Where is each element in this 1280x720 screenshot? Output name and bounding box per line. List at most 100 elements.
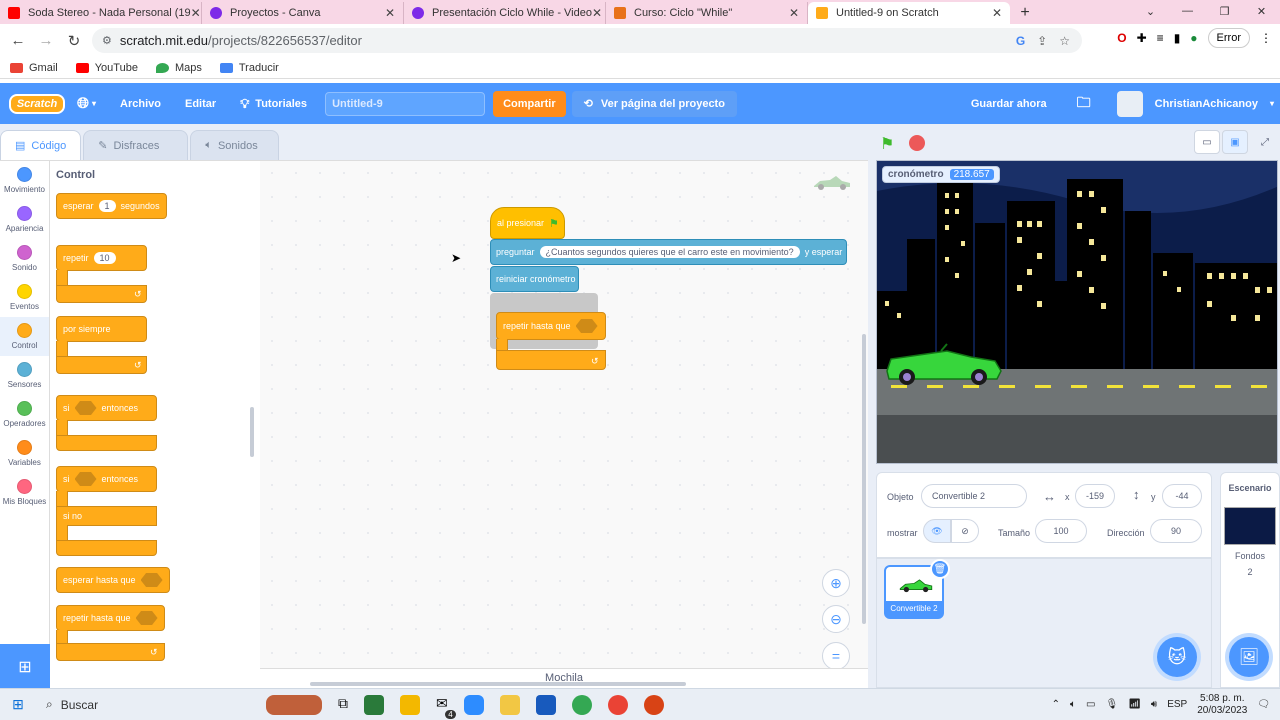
maximize-icon[interactable]: ❐ — [1206, 0, 1243, 22]
block-repeat-until[interactable]: repetir hasta que — [56, 605, 165, 631]
project-title-input[interactable]: Untitled-9 — [325, 91, 486, 116]
profile-icon[interactable]: ● — [1190, 31, 1197, 45]
reload-icon[interactable]: ↻ — [60, 32, 88, 50]
block-ask-and-wait[interactable]: preguntar ¿Cuantos segundos quieres que e… — [490, 239, 847, 265]
see-project-page-button[interactable]: ⟲ Ver página del proyecto — [571, 90, 737, 117]
sprite-name-input[interactable]: Convertible 2 — [921, 484, 1027, 508]
speaker-icon[interactable]: 🔈︎ — [1070, 699, 1076, 710]
block-if[interactable]: si entonces — [56, 395, 157, 421]
back-icon[interactable]: ← — [4, 32, 32, 49]
fullscreen-button[interactable]: ⤢ — [1252, 130, 1278, 154]
clock[interactable]: 5:08 p. m. 20/03/2023 — [1197, 693, 1247, 717]
error-button[interactable]: Error — [1207, 28, 1250, 48]
block-input[interactable]: 10 — [93, 252, 116, 264]
boolean-slot[interactable] — [135, 611, 158, 625]
opera-icon[interactable]: O — [1117, 31, 1126, 45]
backdrop-thumbnail[interactable] — [1224, 507, 1276, 545]
delete-sprite-button[interactable]: 🗑︎ — [930, 559, 950, 579]
boolean-slot[interactable] — [74, 401, 97, 415]
site-info-icon[interactable]: ⚙ — [102, 34, 112, 47]
chrome-icon[interactable] — [571, 694, 592, 715]
stage-selector[interactable]: Escenario Fondos 2 🖼︎ — [1220, 472, 1280, 688]
tab-costumes[interactable]: ✎ Disfraces — [83, 130, 189, 160]
browser-tab[interactable]: Proyectos - Canva ✕ — [202, 2, 404, 24]
browser-tab-active[interactable]: Untitled-9 on Scratch ✕ — [808, 2, 1010, 24]
zoom-app-icon[interactable] — [463, 694, 484, 715]
close-icon[interactable]: ✕ — [191, 6, 201, 20]
chevron-down-icon[interactable]: ⌄ — [1132, 0, 1169, 22]
bookmark-youtube[interactable]: YouTube — [75, 62, 138, 74]
close-window-icon[interactable]: ✕ — [1243, 0, 1280, 22]
tab-code[interactable]: ▤ Código — [0, 130, 82, 160]
block-repeat-until-dragging[interactable]: repetir hasta que — [496, 312, 606, 340]
category-my-blocks[interactable]: Mis Bloques — [0, 473, 49, 512]
browser-tab[interactable]: Curso: Ciclo "While" ✕ — [606, 2, 808, 24]
block-wait-until[interactable]: esperar hasta que — [56, 567, 170, 593]
close-icon[interactable]: ✕ — [992, 6, 1002, 20]
mail-icon[interactable]: ✉ 4 — [436, 695, 456, 719]
category-operators[interactable]: Operadores — [0, 395, 49, 434]
menu-file[interactable]: Archivo — [108, 83, 173, 124]
bookmark-translate[interactable]: Traducir — [219, 62, 279, 74]
menu-dots-icon[interactable]: ⋮ — [1260, 31, 1272, 45]
small-stage-button[interactable]: ▭ — [1194, 130, 1220, 154]
stage-canvas[interactable]: cronómetro 218.657 — [876, 160, 1278, 464]
boolean-slot[interactable] — [575, 319, 598, 333]
block-wait[interactable]: esperar 1 segundos — [56, 193, 167, 219]
block-repeat[interactable]: repetir 10 — [56, 245, 147, 271]
sidepanel-icon[interactable]: ▮ — [1174, 31, 1181, 45]
block-input[interactable]: ¿Cuantos segundos quieres que el carro e… — [539, 246, 800, 258]
menu-tutorials[interactable]: 💡︎ Tutoriales — [228, 83, 319, 124]
windows-start-icon[interactable]: ⊞ — [0, 696, 36, 713]
boolean-slot[interactable] — [74, 472, 97, 486]
battery-icon[interactable]: ▭ — [1086, 699, 1095, 710]
browser-tab[interactable]: Presentación Ciclo While - Video ✕ — [404, 2, 606, 24]
save-now-button[interactable]: Guardar ahora — [971, 98, 1047, 110]
category-events[interactable]: Eventos — [0, 278, 49, 317]
language-menu[interactable]: 🌐︎ ▾ — [65, 83, 108, 124]
timer-monitor[interactable]: cronómetro 218.657 — [882, 166, 1000, 183]
menu-edit[interactable]: Editar — [173, 83, 228, 124]
green-flag-button[interactable]: ⚑ — [880, 134, 894, 154]
close-icon[interactable]: ✕ — [592, 6, 602, 20]
close-icon[interactable]: ✕ — [385, 6, 395, 20]
google-icon[interactable]: G — [1016, 34, 1025, 48]
show-hidden-button[interactable]: ⊘ — [951, 519, 979, 543]
sprite-thumbnail[interactable]: Convertible 2 🗑︎ — [884, 559, 950, 619]
add-sprite-button[interactable]: 🐱︎ — [1157, 637, 1197, 677]
file-explorer-icon[interactable] — [499, 694, 520, 715]
task-view-icon[interactable]: ⧉ — [338, 695, 348, 715]
y-input[interactable]: -44 — [1162, 484, 1202, 508]
chevron-down-icon[interactable]: ▾ — [1270, 99, 1274, 108]
block-forever[interactable]: por siempre — [56, 316, 147, 342]
chevron-up-icon[interactable]: ⌃ — [1052, 699, 1060, 710]
direction-input[interactable]: 90 — [1150, 519, 1202, 543]
palette-scrollbar[interactable] — [250, 407, 254, 457]
block-input[interactable]: 1 — [98, 200, 116, 212]
zoom-in-button[interactable]: ⊕ — [822, 569, 850, 597]
bookmark-gmail[interactable]: Gmail — [10, 62, 58, 74]
star-icon[interactable]: ☆ — [1059, 34, 1070, 48]
forward-icon[interactable]: → — [32, 32, 60, 49]
avatar[interactable] — [1116, 90, 1143, 117]
mic-icon[interactable]: 🎙︎ — [1106, 699, 1119, 710]
scripts-vertical-scrollbar[interactable] — [862, 334, 866, 624]
weather-icon[interactable] — [266, 694, 322, 715]
store-icon[interactable] — [364, 694, 384, 715]
url-input[interactable]: ⚙ scratch.mit.edu/projects/822656537/edi… — [92, 28, 1082, 53]
tab-sounds[interactable]: 🔈︎ Sonidos — [190, 130, 279, 160]
playlist-icon[interactable]: ≡ — [1157, 31, 1164, 45]
folder-icon[interactable]: 🗀 — [1077, 92, 1091, 116]
game-icon[interactable] — [643, 694, 664, 715]
zoom-reset-button[interactable]: = — [822, 642, 850, 670]
category-motion[interactable]: Movimiento — [0, 161, 49, 200]
block-when-flag-clicked[interactable]: al presionar ⚑ — [490, 207, 565, 239]
share-icon[interactable]: ⇪ — [1037, 34, 1047, 48]
minimize-icon[interactable]: — — [1169, 0, 1206, 22]
category-looks[interactable]: Apariencia — [0, 200, 49, 239]
add-extension-button[interactable]: ⊞ — [0, 644, 50, 689]
add-backdrop-button[interactable]: 🖼︎ — [1229, 637, 1269, 677]
stop-button[interactable] — [909, 135, 925, 151]
category-sound[interactable]: Sonido — [0, 239, 49, 278]
close-icon[interactable]: ✕ — [789, 6, 799, 20]
